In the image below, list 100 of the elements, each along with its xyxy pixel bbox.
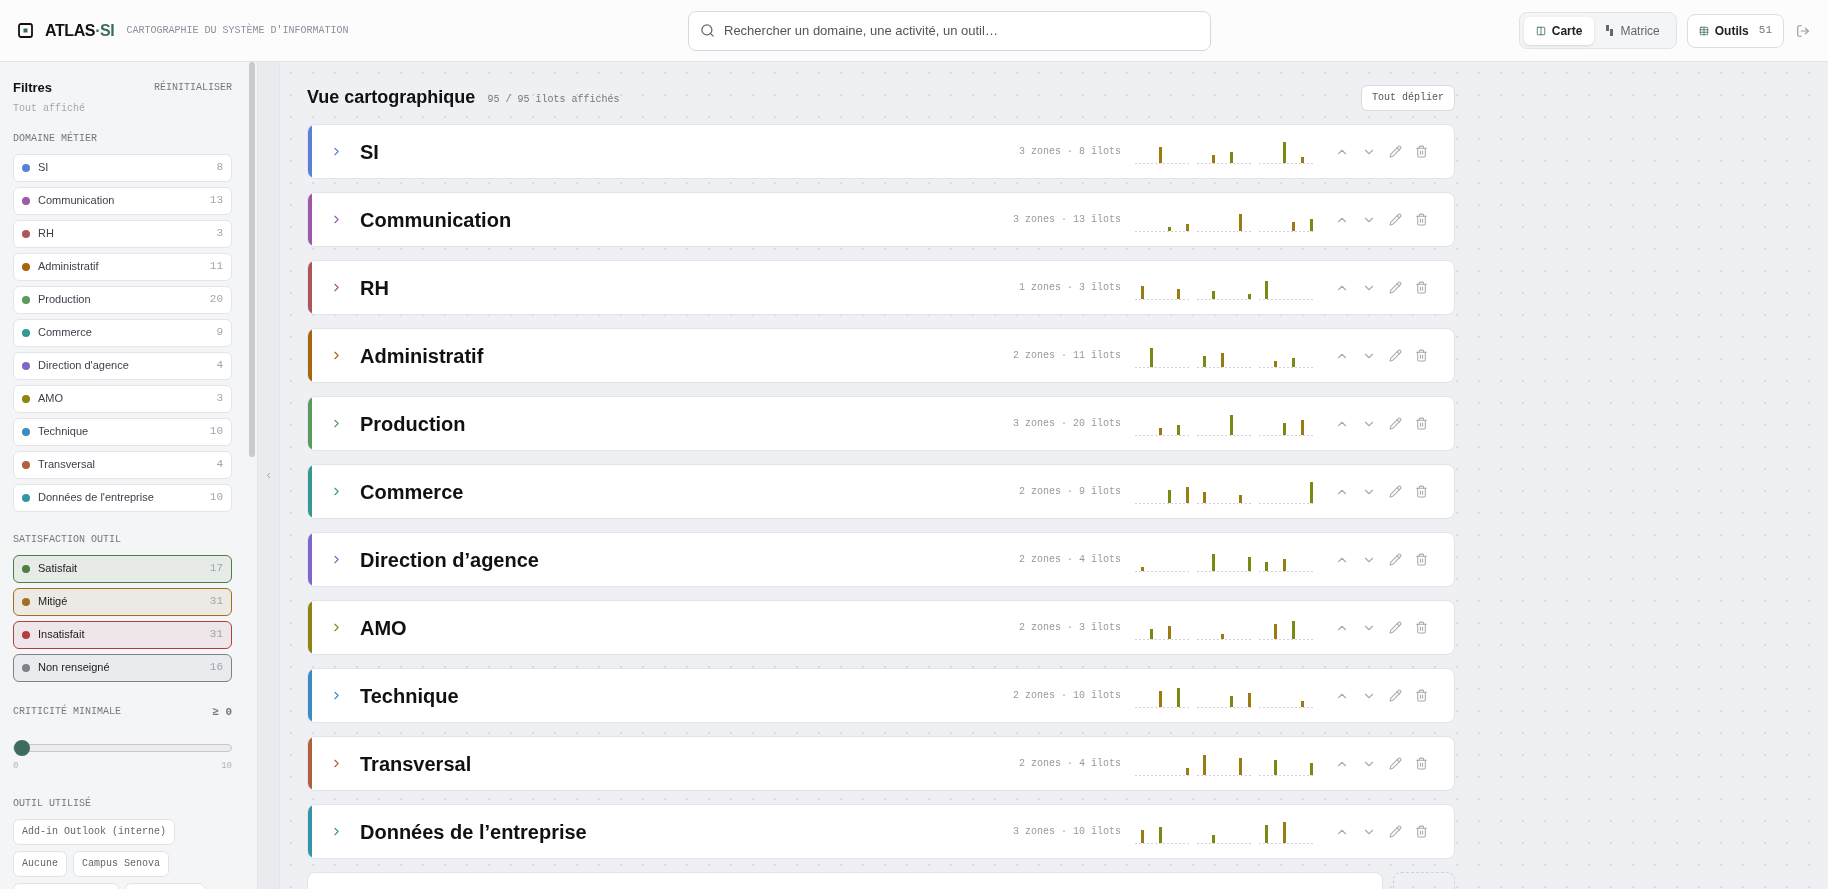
search-icon bbox=[700, 22, 715, 38]
edit-icon[interactable] bbox=[1389, 757, 1402, 770]
domain-card[interactable]: RH 1 zones · 3 îlots bbox=[307, 260, 1455, 315]
filter-chip[interactable]: Communication 13 bbox=[13, 186, 232, 215]
filter-chip[interactable]: Données de l'entreprise 10 bbox=[13, 483, 232, 512]
delete-icon[interactable] bbox=[1415, 281, 1428, 294]
domain-title: Données de l’entreprise bbox=[360, 819, 587, 845]
domain-title: RH bbox=[360, 275, 389, 301]
expand-all-button[interactable]: Tout déplier bbox=[1361, 84, 1455, 111]
delete-icon[interactable] bbox=[1415, 621, 1428, 634]
delete-icon[interactable] bbox=[1415, 757, 1428, 770]
domain-card[interactable]: AMO 2 zones · 3 îlots bbox=[307, 600, 1455, 655]
domain-summary: 3 zones · 10 îlots bbox=[1012, 825, 1121, 839]
domain-card[interactable]: SI 3 zones · 8 îlots bbox=[307, 124, 1455, 179]
domain-title: Administratif bbox=[360, 343, 484, 369]
domain-summary: 2 zones · 9 îlots bbox=[1018, 485, 1121, 499]
search-field[interactable]: Rechercher un domaine, une activité, un outil… bbox=[688, 10, 1211, 51]
slider-min: 0 bbox=[13, 760, 19, 773]
domain-card[interactable]: Production 3 zones · 20 îlots bbox=[307, 396, 1455, 451]
table-icon bbox=[1698, 25, 1709, 36]
filter-chip[interactable]: Technique 10 bbox=[13, 417, 232, 446]
tool-chip[interactable]: Campus Senova bbox=[73, 850, 170, 877]
page-title: Vue cartographique bbox=[307, 86, 476, 109]
domain-card[interactable]: Transversal 2 zones · 4 îlots bbox=[307, 736, 1455, 791]
domain-summary: 2 zones · 10 îlots bbox=[1012, 689, 1121, 703]
edit-icon[interactable] bbox=[1389, 553, 1402, 566]
delete-icon[interactable] bbox=[1415, 417, 1428, 430]
bars-icon bbox=[1606, 25, 1615, 36]
domain-summary: 2 zones · 3 îlots bbox=[1018, 621, 1121, 635]
reset-link[interactable]: RÉINITIALISER bbox=[154, 80, 232, 96]
edit-icon[interactable] bbox=[1389, 213, 1402, 226]
delete-icon[interactable] bbox=[1415, 349, 1428, 362]
filter-chip[interactable]: Commerce 9 bbox=[13, 318, 232, 347]
tool-count: 51 bbox=[1758, 23, 1772, 39]
filter-chip[interactable]: Insatisfait 31 bbox=[13, 620, 232, 649]
edit-icon[interactable] bbox=[1389, 621, 1402, 634]
edit-icon[interactable] bbox=[1389, 349, 1402, 362]
edit-icon[interactable] bbox=[1389, 485, 1402, 498]
edit-icon[interactable] bbox=[1389, 281, 1402, 294]
delete-icon[interactable] bbox=[1415, 553, 1428, 566]
filter-chip[interactable]: SI 8 bbox=[13, 153, 232, 182]
edit-icon[interactable] bbox=[1389, 825, 1402, 838]
view-tab[interactable]: Matrice bbox=[1594, 16, 1672, 45]
domain-title: AMO bbox=[360, 615, 407, 641]
domain-title: Communication bbox=[360, 207, 512, 233]
domain-title: Production bbox=[360, 411, 466, 437]
tools-button[interactable]: Outils 51 bbox=[1686, 13, 1784, 48]
domain-card[interactable]: Direction d’agence 2 zones · 4 îlots bbox=[307, 532, 1455, 587]
columns-icon bbox=[1535, 25, 1546, 36]
domain-summary: 1 zones · 3 îlots bbox=[1018, 281, 1121, 295]
section-heading: SATISFACTION OUTIL bbox=[13, 532, 123, 547]
logout-icon[interactable] bbox=[1796, 23, 1810, 38]
tool-chip[interactable]: Aucune bbox=[13, 850, 67, 877]
domain-card[interactable]: Communication 3 zones · 13 îlots bbox=[307, 192, 1455, 247]
logo-icon bbox=[18, 23, 33, 38]
collapse-icon bbox=[264, 471, 273, 480]
delete-icon[interactable] bbox=[1415, 689, 1428, 702]
domain-summary: 3 zones · 8 îlots bbox=[1018, 145, 1121, 159]
filter-chip[interactable]: Non renseigné 16 bbox=[13, 653, 232, 682]
domain-summary: 2 zones · 11 îlots bbox=[1012, 349, 1121, 363]
tool-chip[interactable]: Add-in Outlook (interne) bbox=[13, 818, 176, 845]
delete-icon[interactable] bbox=[1415, 145, 1428, 158]
domain-title: Commerce bbox=[360, 479, 464, 505]
edit-icon[interactable] bbox=[1389, 689, 1402, 702]
edit-icon[interactable] bbox=[1389, 417, 1402, 430]
domain-card[interactable]: Commerce 2 zones · 9 îlots bbox=[307, 464, 1455, 519]
filter-status: Tout affiché bbox=[13, 101, 86, 116]
section-heading: OUTIL UTILISÉ bbox=[13, 795, 92, 811]
domain-summary: 2 zones · 4 îlots bbox=[1018, 553, 1121, 567]
domain-summary: 2 zones · 4 îlots bbox=[1018, 757, 1121, 771]
delete-icon[interactable] bbox=[1415, 213, 1428, 226]
edit-icon[interactable] bbox=[1389, 145, 1402, 158]
domain-summary: 3 zones · 13 îlots bbox=[1012, 213, 1121, 227]
domain-card[interactable]: Technique 2 zones · 10 îlots bbox=[307, 668, 1455, 723]
section-heading: CRITICITÉ MINIMALE bbox=[13, 704, 122, 720]
section-heading: DOMAINE MÉTIER bbox=[13, 130, 98, 146]
delete-icon[interactable] bbox=[1415, 825, 1428, 838]
filter-chip[interactable]: Mitigé 31 bbox=[13, 587, 232, 616]
domain-title: Technique bbox=[360, 683, 459, 709]
slider-thumb[interactable] bbox=[14, 740, 30, 756]
filter-chip[interactable]: Production 20 bbox=[13, 285, 232, 314]
domain-title: Direction d’agence bbox=[360, 547, 539, 573]
slider-max: 10 bbox=[221, 760, 232, 773]
filter-chip[interactable]: Satisfait 17 bbox=[13, 554, 232, 583]
filter-chip[interactable]: RH 3 bbox=[13, 219, 232, 248]
filter-chip[interactable]: AMO 3 bbox=[13, 384, 232, 413]
filter-chip[interactable]: Administratif 11 bbox=[13, 252, 232, 281]
delete-icon[interactable] bbox=[1415, 485, 1428, 498]
filter-chip[interactable]: Transversal 4 bbox=[13, 450, 232, 479]
app-logo: ATLAS·SI bbox=[45, 20, 115, 41]
domain-title: Transversal bbox=[360, 751, 472, 777]
filter-chip[interactable]: Direction d'agence 4 bbox=[13, 351, 232, 380]
view-tab[interactable]: Carte bbox=[1523, 16, 1595, 45]
domain-card[interactable]: Administratif 2 zones · 11 îlots bbox=[307, 328, 1455, 383]
page-subtitle: 95 / 95 îlots affichés bbox=[487, 92, 620, 107]
slider-reading: ≥ 0 bbox=[212, 704, 232, 720]
domain-card[interactable]: Données de l’entreprise 3 zones · 10 îlots bbox=[307, 804, 1455, 859]
scrollbar[interactable] bbox=[249, 62, 255, 457]
domain-summary: 3 zones · 20 îlots bbox=[1012, 417, 1121, 431]
app-subtitle: CARTOGRAPHIE DU SYSTÈME D'INFORMATION bbox=[126, 23, 349, 38]
